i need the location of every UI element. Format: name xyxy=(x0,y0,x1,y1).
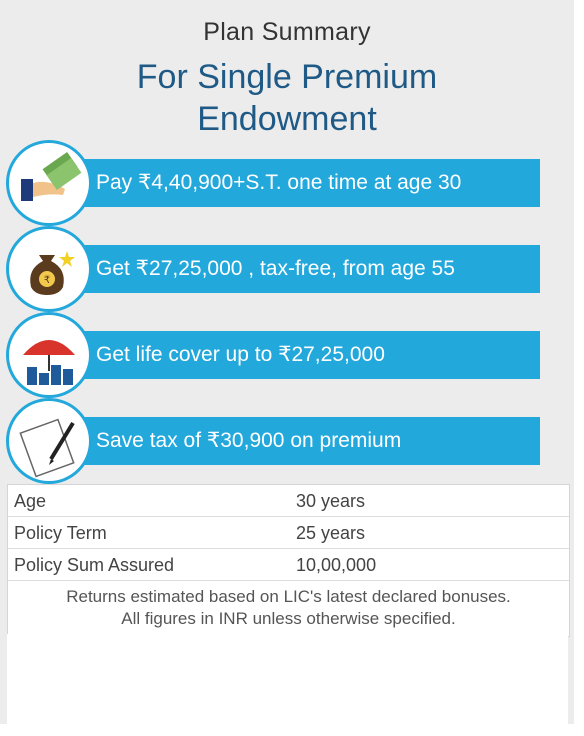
benefit-row-get: Get ₹27,25,000 , tax-free, from age 55 ₹ xyxy=(6,226,540,312)
plan-title-line2: Endowment xyxy=(197,100,377,138)
blank-area xyxy=(7,634,568,724)
hand-cash-icon xyxy=(6,140,92,226)
plan-summary-heading: Plan Summary xyxy=(203,18,371,46)
plan-summary-table: Age 30 years Policy Term 25 years Policy… xyxy=(7,484,570,637)
plan-title: For Single Premium Endowment xyxy=(0,56,574,140)
table-row: Policy Term 25 years xyxy=(8,517,569,549)
benefit-row-pay: Pay ₹4,40,900+S.T. one time at age 30 xyxy=(6,140,540,226)
disclaimer-line: Returns estimated based on LIC's latest … xyxy=(66,587,511,606)
row-label: Age xyxy=(14,491,47,511)
plan-summary-panel: Plan Summary For Single Premium Endowmen… xyxy=(0,0,574,724)
benefit-text: Get life cover up to ₹27,25,000 xyxy=(42,331,540,379)
benefit-text: Get ₹27,25,000 , tax-free, from age 55 xyxy=(42,245,540,293)
row-label: Policy Sum Assured xyxy=(14,555,175,575)
plan-title-line1: For Single Premium xyxy=(136,58,438,96)
benefit-text: Pay ₹4,40,900+S.T. one time at age 30 xyxy=(42,159,540,207)
row-label: Policy Term xyxy=(14,523,107,543)
money-bag-icon: ₹ xyxy=(6,226,92,312)
disclaimer-note: Returns estimated based on LIC's latest … xyxy=(8,581,569,636)
document-pen-icon xyxy=(6,398,92,484)
row-value: 10,00,000 xyxy=(296,555,377,575)
umbrella-icon xyxy=(6,312,92,398)
right-margin xyxy=(574,0,584,736)
table-row: Age 30 years xyxy=(8,485,569,517)
disclaimer-line: All figures in INR unless otherwise spec… xyxy=(121,609,456,628)
svg-text:₹: ₹ xyxy=(44,275,50,286)
table-row: Policy Sum Assured 10,00,000 xyxy=(8,549,569,581)
benefit-row-tax: Save tax of ₹30,900 on premium xyxy=(6,398,540,484)
row-value: 30 years xyxy=(296,491,366,511)
benefit-row-cover: Get life cover up to ₹27,25,000 xyxy=(6,312,540,398)
benefit-text: Save tax of ₹30,900 on premium xyxy=(42,417,540,465)
row-value: 25 years xyxy=(296,523,366,543)
